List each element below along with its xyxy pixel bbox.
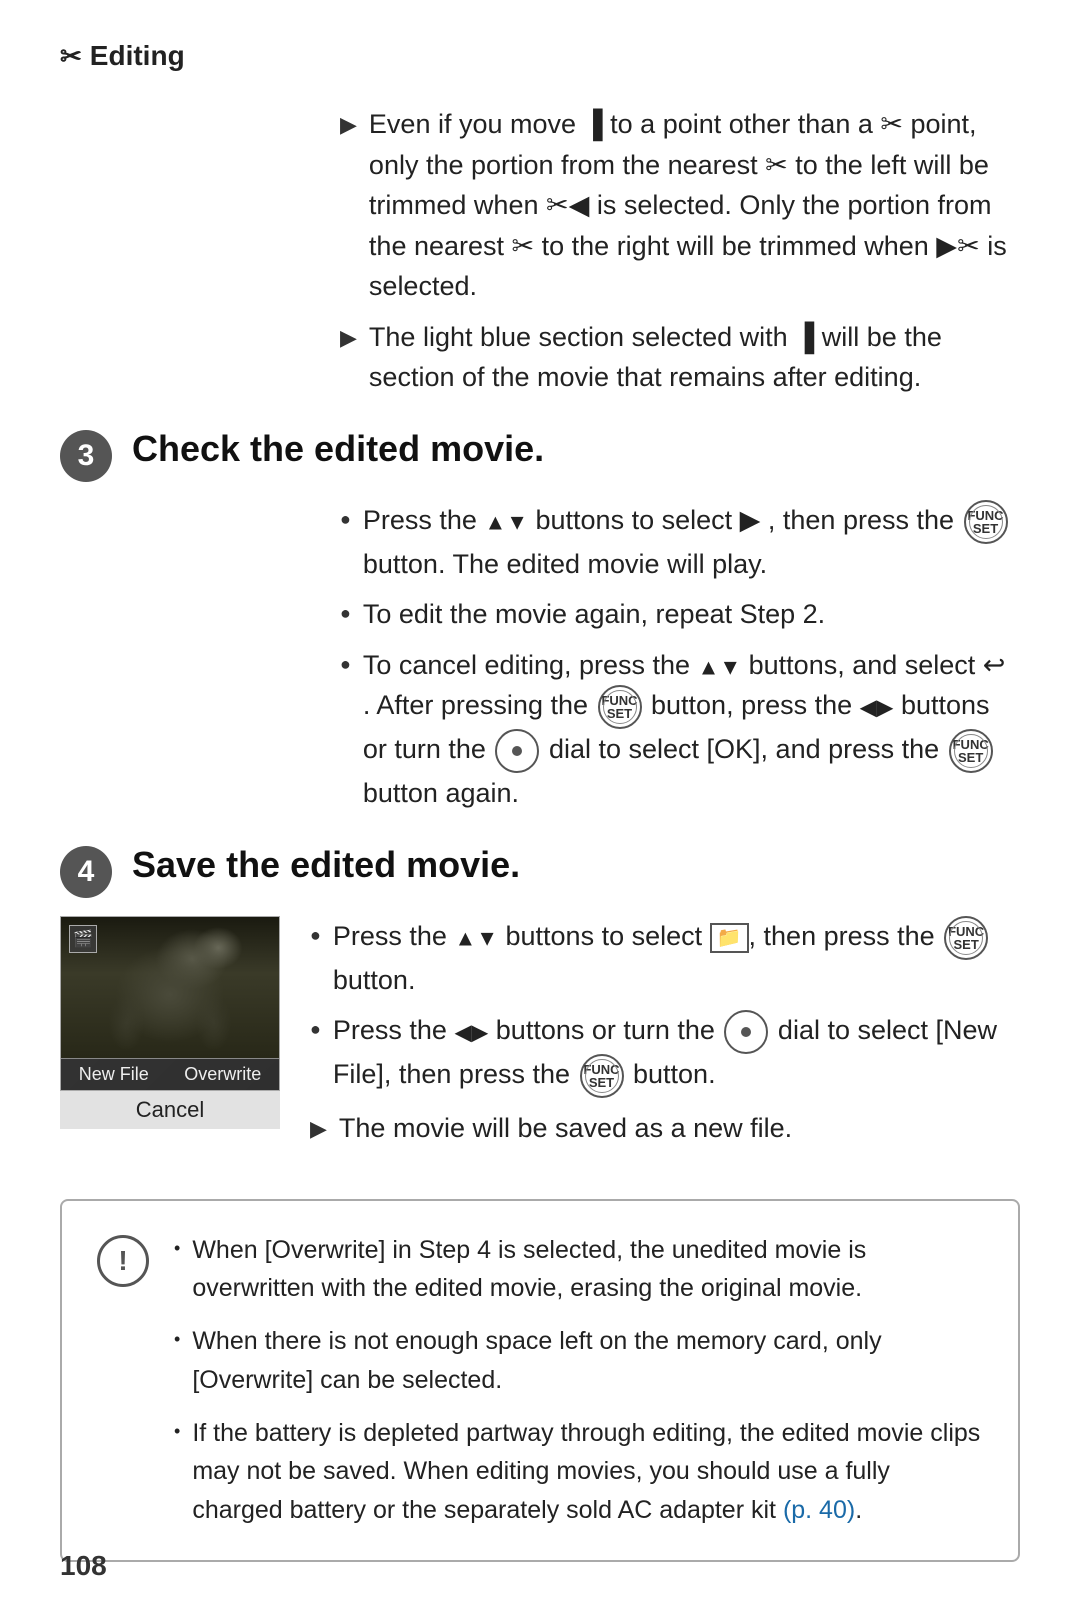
note-content: • When [Overwrite] in Step 4 is selected… <box>174 1231 983 1530</box>
note-item-3: • If the battery is depleted partway thr… <box>174 1414 983 1530</box>
note-box: ! • When [Overwrite] in Step 4 is select… <box>60 1199 1020 1562</box>
step3-text-3: To cancel editing, press the ▲▼ buttons,… <box>363 645 1020 814</box>
scissors-icon: ✂ <box>60 41 82 72</box>
page-container: ✂ Editing ▶ Even if you move ▐ to a poin… <box>0 0 1080 1622</box>
step4-bullet-1: ● Press the ▲▼ buttons to select 📁, then… <box>310 916 1020 1001</box>
left-right-arrows-2: ◀▶ <box>454 1020 488 1045</box>
step4-text-1: Press the ▲▼ buttons to select 📁, then p… <box>333 916 1020 1001</box>
func-btn-4: FUNCSET <box>944 916 988 960</box>
step3-bullets: ● Press the ▲▼ buttons to select ▶ , the… <box>340 500 1020 814</box>
thumbnail-mode-icon: 🎬 <box>69 925 97 953</box>
step4-bullet-3: ▶ The movie will be saved as a new file. <box>310 1108 1020 1149</box>
note-item-1: • When [Overwrite] in Step 4 is selected… <box>174 1231 983 1309</box>
dot-icon-5: ● <box>310 1016 321 1043</box>
step3-text-2: To edit the movie again, repeat Step 2. <box>363 594 1020 635</box>
step4-layout: 🎬 New File Overwrite Cancel ● Press the … <box>60 916 1020 1159</box>
note-item-2: • When there is not enough space left on… <box>174 1322 983 1400</box>
step3-bullet-2: ● To edit the movie again, repeat Step 2… <box>340 594 1020 635</box>
step3-title: Check the edited movie. <box>132 426 544 473</box>
func-btn-5: FUNCSET <box>580 1054 624 1098</box>
triangle-icon-2: ▶ <box>340 321 357 354</box>
page-header: ✂ Editing <box>60 40 1020 72</box>
save-file-icon: 📁 <box>710 923 749 953</box>
cancel-label: Cancel <box>60 1091 280 1129</box>
note-text-2: When there is not enough space left on t… <box>192 1322 983 1400</box>
dot-icon-2: ● <box>340 600 351 627</box>
intro-bullet-1: ▶ Even if you move ▐ to a point other th… <box>340 104 1020 307</box>
note-icon: ! <box>97 1235 149 1287</box>
intro-bullet-2: ▶ The light blue section selected with ▐… <box>340 317 1020 398</box>
dot-icon-1: ● <box>340 506 351 533</box>
note-bullet-3: • <box>174 1418 180 1446</box>
intro-bullets: ▶ Even if you move ▐ to a point other th… <box>340 104 1020 398</box>
up-down-arrows-1: ▲▼ <box>484 509 528 534</box>
dot-icon-3: ● <box>340 651 351 678</box>
step4-image-area: 🎬 New File Overwrite Cancel <box>60 916 280 1129</box>
new-file-label: New File <box>79 1064 149 1085</box>
page-number: 108 <box>60 1550 107 1582</box>
step4-text-3: The movie will be saved as a new file. <box>339 1108 1020 1149</box>
dot-icon-4: ● <box>310 922 321 949</box>
intro-text-2: The light blue section selected with ▐ w… <box>369 317 1020 398</box>
step4-bullet-2: ● Press the ◀▶ buttons or turn the dial … <box>310 1010 1020 1098</box>
step3-bullet-1: ● Press the ▲▼ buttons to select ▶ , the… <box>340 500 1020 585</box>
note-text-1: When [Overwrite] in Step 4 is selected, … <box>192 1231 983 1309</box>
note-text-3: If the battery is depleted partway throu… <box>192 1414 983 1530</box>
step4-header: 4 Save the edited movie. <box>60 842 1020 898</box>
dial-icon-2 <box>724 1010 768 1054</box>
thumbnail-bottom-bar: New File Overwrite <box>61 1058 279 1090</box>
triangle-icon-1: ▶ <box>340 108 357 141</box>
note-bullet-2: • <box>174 1326 180 1354</box>
step4-bullets: ● Press the ▲▼ buttons to select 📁, then… <box>310 916 1020 1159</box>
step3-container: 3 Check the edited movie. ● Press the ▲▼… <box>60 426 1020 814</box>
func-btn-3: FUNCSET <box>949 729 993 773</box>
triangle-icon-3: ▶ <box>310 1112 327 1145</box>
note-bullet-1: • <box>174 1235 180 1263</box>
step4-number: 4 <box>60 846 112 898</box>
overwrite-label: Overwrite <box>184 1064 261 1085</box>
step3-text-1: Press the ▲▼ buttons to select ▶ , then … <box>363 500 1020 585</box>
step3-number: 3 <box>60 430 112 482</box>
step3-header: 3 Check the edited movie. <box>60 426 1020 482</box>
func-btn-1: FUNCSET <box>964 500 1008 544</box>
step3-bullet-3: ● To cancel editing, press the ▲▼ button… <box>340 645 1020 814</box>
func-btn-2: FUNCSET <box>598 685 642 729</box>
up-down-arrows-3: ▲▼ <box>454 925 498 950</box>
intro-text-1: Even if you move ▐ to a point other than… <box>369 104 1020 307</box>
movie-thumbnail: 🎬 New File Overwrite <box>60 916 280 1091</box>
page-title: Editing <box>90 40 185 72</box>
step4-container: 4 Save the edited movie. 🎬 New File Over… <box>60 842 1020 1159</box>
page-link[interactable]: (p. 40) <box>783 1496 855 1524</box>
left-right-arrows-1: ◀▶ <box>860 695 894 720</box>
up-down-arrows-2: ▲▼ <box>698 654 742 679</box>
dial-icon-1 <box>495 729 539 773</box>
step4-text-2: Press the ◀▶ buttons or turn the dial to… <box>333 1010 1020 1098</box>
step4-title: Save the edited movie. <box>132 842 520 889</box>
